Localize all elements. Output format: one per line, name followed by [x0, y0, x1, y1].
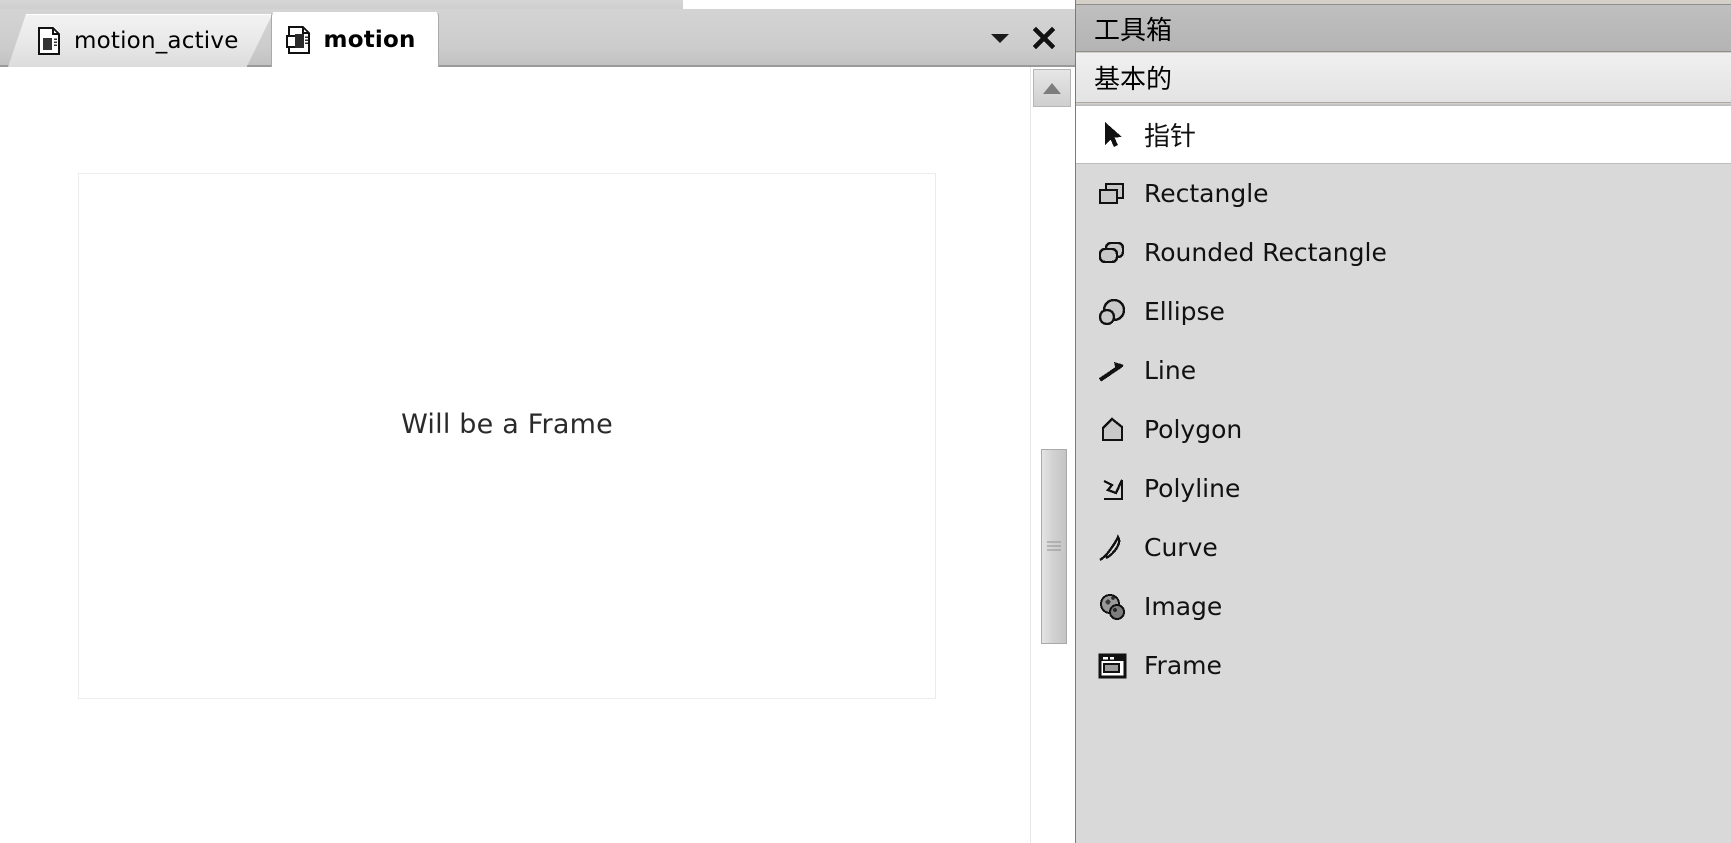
tool-item-curve[interactable]: Curve	[1076, 518, 1731, 577]
tool-item-label: Polyline	[1144, 474, 1241, 503]
tool-item-label: Ellipse	[1144, 297, 1225, 326]
chevron-down-icon[interactable]	[987, 25, 1013, 51]
polyline-icon	[1092, 469, 1132, 509]
ellipse-icon	[1092, 292, 1132, 332]
tab-bar-controls	[987, 25, 1057, 51]
rectangle-icon	[1092, 174, 1132, 214]
toolbox-title: 工具箱	[1076, 4, 1731, 52]
tab-label: motion_active	[74, 28, 239, 54]
frame-icon	[1092, 646, 1132, 686]
frame-placeholder-label: Will be a Frame	[401, 409, 613, 440]
tool-item-label: 指针	[1144, 122, 1197, 152]
document-icon	[36, 26, 62, 56]
tab-motion-active[interactable]: motion_active	[8, 14, 273, 67]
tool-item-label: Rectangle	[1144, 179, 1269, 208]
rounded-rectangle-icon	[1092, 233, 1132, 273]
tool-item-指针[interactable]: 指针	[1076, 105, 1731, 164]
toolbox-section-label: 基本的	[1094, 65, 1173, 95]
document-multi-icon	[285, 25, 312, 55]
tool-item-image[interactable]: Image	[1076, 577, 1731, 636]
image-icon	[1092, 587, 1132, 627]
tool-item-label: Frame	[1144, 651, 1222, 680]
window-top-strip-filler	[683, 0, 1075, 9]
tool-item-label: Image	[1144, 592, 1223, 621]
close-icon[interactable]	[1031, 25, 1057, 51]
toolbox-panel: 工具箱 基本的 指针 Rectangle Rounded Rectangle Elli…	[1075, 0, 1731, 843]
tool-item-label: Curve	[1144, 533, 1218, 562]
tool-item-label: Line	[1144, 356, 1197, 385]
scroll-up-button[interactable]	[1033, 69, 1071, 107]
tool-item-line[interactable]: Line	[1076, 341, 1731, 400]
tab-label: motion	[323, 27, 416, 53]
scrollbar-track[interactable]	[1033, 109, 1071, 843]
curve-icon	[1092, 528, 1132, 568]
tool-item-rounded-rectangle[interactable]: Rounded Rectangle	[1076, 223, 1731, 282]
tool-item-polyline[interactable]: Polyline	[1076, 459, 1731, 518]
toolbox-tool-list: 指针 Rectangle Rounded Rectangle Ellipse Line P…	[1076, 104, 1731, 843]
application-window: motion_active motion Will be a Frame 工具箱…	[0, 0, 1731, 843]
design-canvas[interactable]: Will be a Frame	[0, 67, 1031, 843]
frame-placeholder[interactable]: Will be a Frame	[78, 173, 936, 699]
tool-item-ellipse[interactable]: Ellipse	[1076, 282, 1731, 341]
tab-motion[interactable]: motion	[270, 12, 439, 67]
scrollbar-thumb[interactable]	[1041, 449, 1067, 644]
toolbox-section-basic[interactable]: 基本的	[1076, 53, 1731, 103]
editor-tab-bar: motion_active motion	[0, 9, 1075, 67]
chevron-up-icon	[1043, 82, 1061, 94]
tool-item-label: Rounded Rectangle	[1144, 238, 1387, 267]
grip-lines-icon	[1047, 541, 1061, 552]
tab-strip: motion_active motion	[8, 9, 439, 67]
editor-pane: motion_active motion Will be a Frame	[0, 9, 1075, 843]
polygon-icon	[1092, 410, 1132, 450]
editor-vertical-scrollbar[interactable]	[1030, 67, 1075, 843]
tool-item-polygon[interactable]: Polygon	[1076, 400, 1731, 459]
pointer-icon	[1092, 115, 1132, 155]
tool-item-rectangle[interactable]: Rectangle	[1076, 164, 1731, 223]
line-icon	[1092, 351, 1132, 391]
tool-item-frame[interactable]: Frame	[1076, 636, 1731, 695]
tool-item-label: Polygon	[1144, 415, 1243, 444]
